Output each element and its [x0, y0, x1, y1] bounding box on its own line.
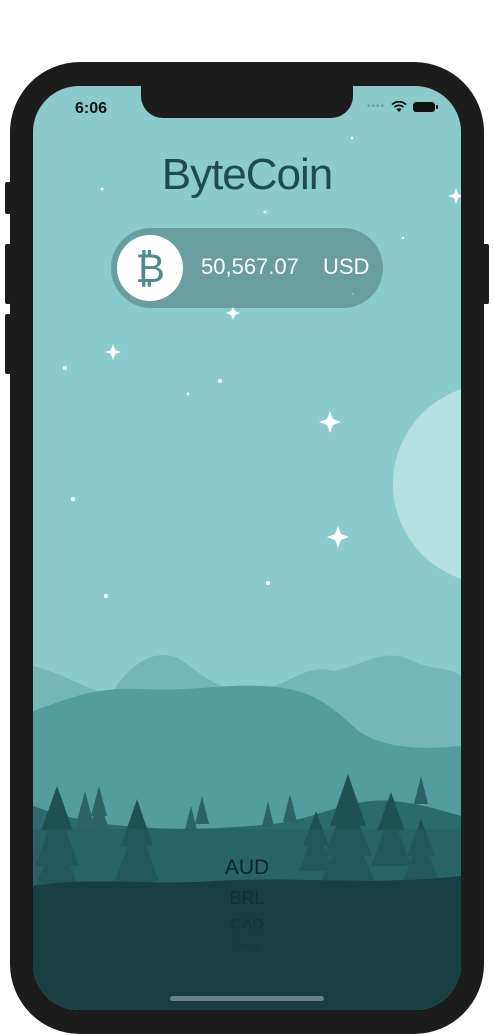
wifi-icon [391, 101, 407, 112]
stars [63, 136, 461, 598]
silent-switch [5, 182, 11, 214]
svg-text:₿: ₿ [135, 246, 165, 292]
home-indicator[interactable] [170, 996, 324, 1001]
picker-option[interactable]: CNY [33, 941, 461, 951]
battery-icon [413, 102, 438, 112]
notch [141, 86, 353, 118]
moon-shape [393, 389, 461, 579]
picker-option-selected[interactable]: AUD [33, 856, 461, 880]
status-time: 6:06 [75, 100, 108, 117]
bitcoin-icon: ₿ [117, 235, 183, 301]
picker-option[interactable]: BRL [33, 888, 461, 909]
picker-option[interactable]: CAD [33, 917, 461, 932]
status-icons: •••• [366, 101, 438, 113]
app-title: ByteCoin [161, 150, 334, 199]
price-value: 50,567.07 [201, 254, 299, 279]
price-display: ₿ 50,567.07 USD [111, 228, 383, 308]
volume-down-button [5, 314, 11, 374]
price-currency: USD [323, 254, 370, 279]
app-screen: 6:06 •••• ByteCoin ₿ 50,567.07 USD AUD B… [33, 86, 461, 1010]
signal-icon: •••• [366, 101, 385, 112]
currency-picker[interactable]: AUD BRL CAD CNY [33, 856, 461, 956]
power-button [483, 244, 489, 304]
volume-up-button [5, 244, 11, 304]
